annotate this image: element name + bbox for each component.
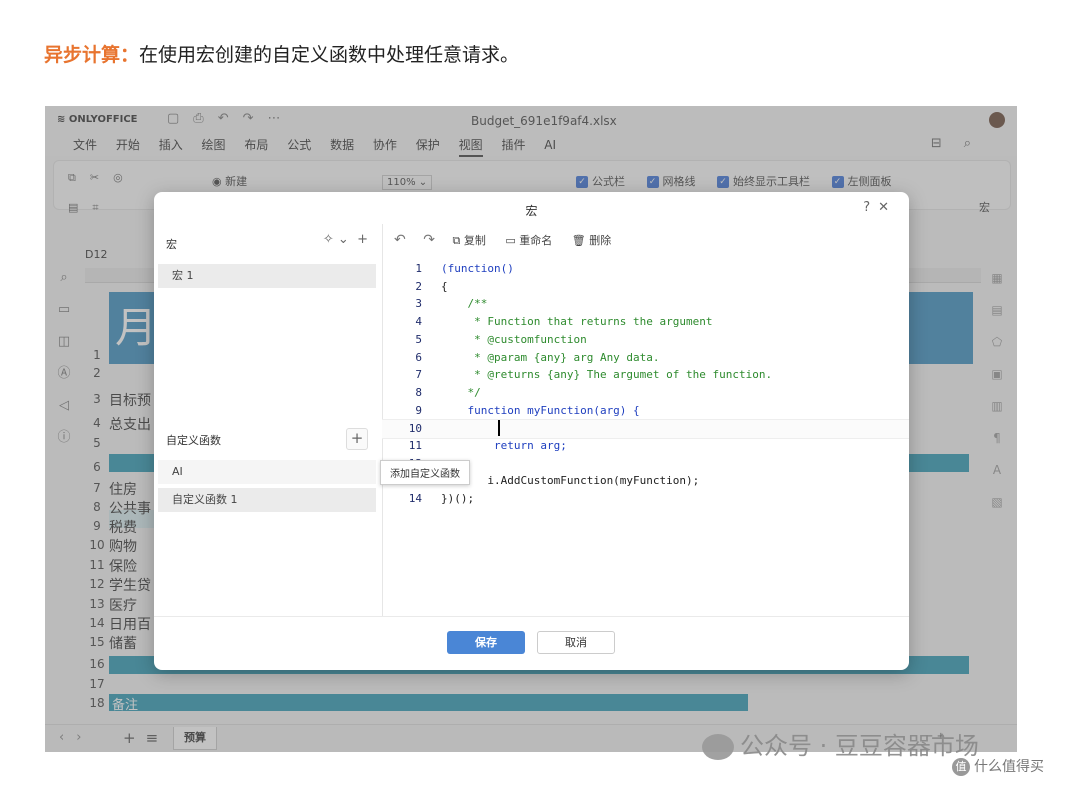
functions-section-title: 自定义函数 [166,434,221,447]
cancel-button[interactable]: 取消 [537,631,615,654]
copy-button[interactable]: ⧉ 复制 [452,234,485,247]
undo-icon[interactable]: ↶ [394,232,406,248]
help-icon[interactable]: ? [863,200,878,215]
macro-item[interactable]: 宏 1 [158,264,376,288]
chevron-down-icon[interactable]: ⌄ [338,232,349,247]
copy-icon: ⧉ [452,234,461,247]
code-line: 1 (function() [415,262,514,275]
macros-section-title: 宏 [166,238,177,251]
code-line: 3 /** [415,297,488,311]
code-editor[interactable]: 1 (function() 2{ 3 /** 4 * Function that … [382,256,909,616]
ai-wand-icon[interactable]: ✧ [323,232,334,247]
code-line: 4 * Function that returns the argument [415,315,713,329]
code-line: 9 function myFunction(arg) { [415,403,640,417]
code-line: 5 * @customfunction [415,332,587,346]
code-line: 6 * @param {any} arg Any data. [415,350,660,364]
editor-toolbar: ↶ ↷ ⧉ 复制 ▭ 重命名 🗑 删除 [394,232,627,248]
site-watermark: 值什么值得买 [952,756,1044,776]
rename-button[interactable]: ▭ 重命名 [505,234,552,247]
function-item-custom-1[interactable]: 自定义函数 1 [158,488,376,512]
add-function-button[interactable]: + [346,428,368,450]
text-caret [498,420,500,436]
article-highlight: 异步计算： [44,44,140,66]
article-heading: 异步计算：在使用宏创建的自定义函数中处理任意请求。 [44,40,519,67]
dialog-title: 宏 [525,204,538,218]
smzdm-logo-icon: 值 [952,758,970,776]
dialog-footer: 保存 取消 [154,616,909,670]
trash-icon: 🗑 [571,234,586,247]
dialog-controls: ?✕ [863,200,897,215]
delete-button[interactable]: 🗑 删除 [572,234,611,247]
watermark: 公众号 · 豆豆容器市场 [702,726,979,761]
add-macro-icon[interactable]: + [357,232,368,247]
code-line: 2{ [415,279,448,293]
code-line: 7 * @returns {any} The argumet of the fu… [415,368,773,382]
macros-section-tools: ✧ ⌄ + [323,232,368,247]
code-line: 14})(); [408,492,475,506]
macro-dialog: 宏 ?✕ 宏 ✧ ⌄ + 宏 1 自定义函数 + AI 自定义函数 1 ↶ ↷ … [154,192,909,670]
macro-list-panel: 宏 ✧ ⌄ + 宏 1 自定义函数 + AI 自定义函数 1 [154,224,383,616]
wechat-icon [702,734,734,760]
rename-icon: ▭ [505,234,516,247]
code-line: 11 return arg; [408,439,567,452]
close-icon[interactable]: ✕ [878,200,897,215]
article-text: 在使用宏创建的自定义函数中处理任意请求。 [139,44,520,66]
redo-icon[interactable]: ↷ [423,232,435,248]
function-item-ai[interactable]: AI [158,460,376,484]
add-function-tooltip: 添加自定义函数 [380,460,470,485]
code-line: 8 */ [415,385,481,399]
save-button[interactable]: 保存 [447,631,525,654]
